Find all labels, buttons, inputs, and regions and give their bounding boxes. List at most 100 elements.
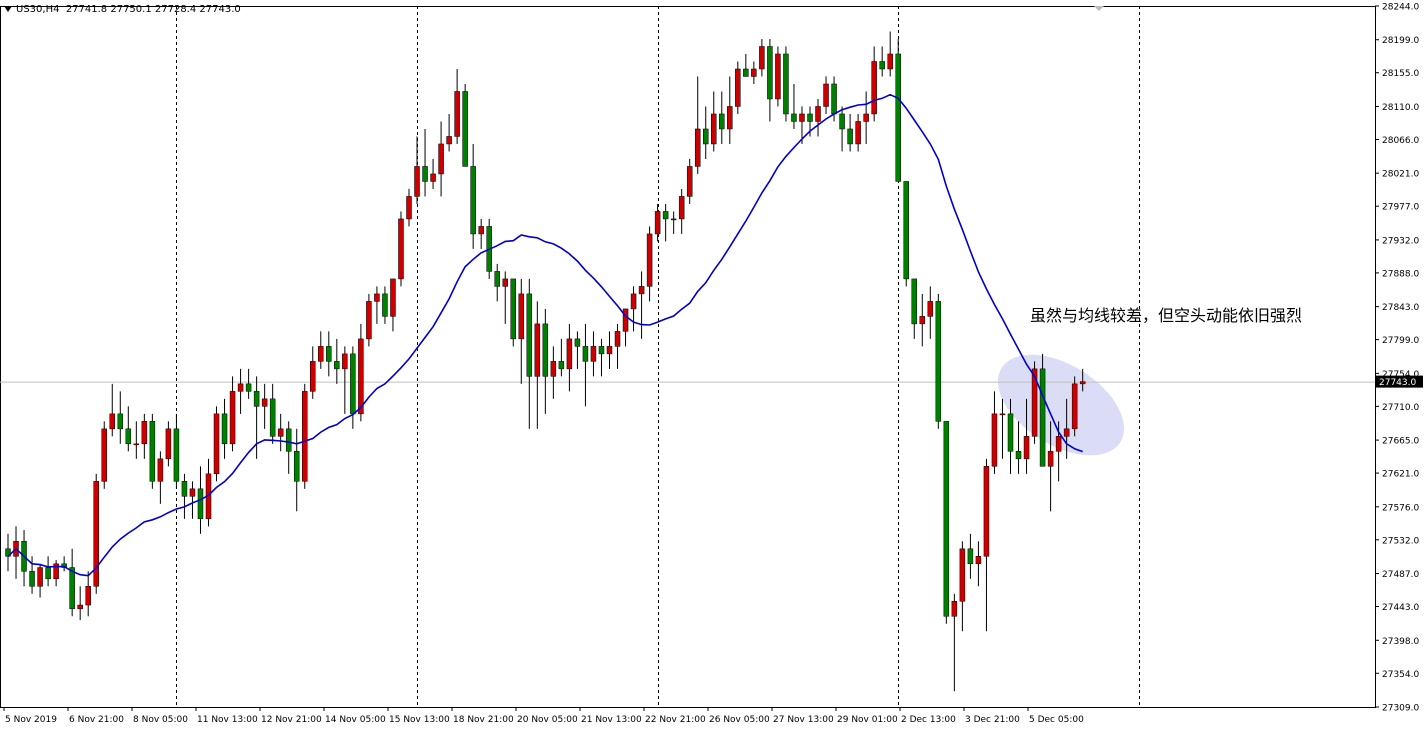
- candle-body: [919, 316, 926, 325]
- candle-body: [438, 143, 444, 175]
- candle-body: [967, 548, 974, 565]
- candle-body: [807, 113, 813, 122]
- candle-body: [855, 121, 861, 145]
- candle-body: [1039, 368, 1046, 467]
- candle-body: [406, 196, 412, 220]
- y-tick-label: 27443.0: [1382, 603, 1419, 613]
- highlight-ellipse: [997, 354, 1125, 456]
- candle-body: [975, 556, 982, 565]
- x-tick-label: 22 Nov 21:00: [645, 715, 706, 725]
- candle-body: [358, 338, 364, 415]
- y-tick-label: 27354.0: [1382, 670, 1419, 680]
- candle-body: [518, 293, 525, 340]
- candle-body: [1015, 451, 1022, 460]
- candle-body: [678, 196, 685, 220]
- y-tick-label: 27487.0: [1382, 570, 1419, 580]
- candle-body: [943, 421, 950, 617]
- candle-body: [871, 61, 877, 115]
- candle-body: [1071, 383, 1078, 430]
- candle-body: [29, 571, 35, 587]
- x-tick-label: 26 Nov 05:00: [709, 715, 770, 725]
- candle-body: [759, 46, 765, 70]
- candle-body: [478, 226, 484, 235]
- x-tick-label: 12 Nov 21:00: [261, 715, 322, 725]
- candle-body: [542, 323, 549, 377]
- candle-body: [686, 166, 693, 197]
- plot-frame: [0, 6, 1376, 708]
- candle-body: [694, 128, 701, 167]
- candle-body: [887, 53, 893, 70]
- chart: 28244.0 28199.0 28155.0 28110.0 28066.0 28021…: [0, 0, 1424, 732]
- y-tick-label: 27843.0: [1382, 303, 1419, 313]
- candle-body: [590, 346, 597, 362]
- shift-marker-icon: [1094, 6, 1104, 11]
- candle-body: [69, 567, 75, 610]
- x-tick-label: 29 Nov 01:00: [837, 715, 898, 725]
- candle-body: [237, 383, 244, 392]
- candle-body: [991, 413, 998, 467]
- candle-body: [422, 166, 428, 182]
- candle-body: [318, 346, 324, 362]
- candle-body: [654, 211, 661, 235]
- candle-body: [1079, 381, 1086, 385]
- candle-body: [574, 338, 581, 347]
- candle-body: [245, 383, 252, 392]
- candle-body: [831, 83, 837, 115]
- candle-body: [342, 353, 348, 370]
- y-tick-label: 27977.0: [1382, 203, 1419, 213]
- candle-body: [494, 271, 500, 287]
- candle-body: [911, 278, 918, 325]
- x-tick-label: 15 Nov 13:00: [389, 715, 450, 725]
- x-tick-label: 18 Nov 21:00: [453, 715, 514, 725]
- candle-body: [775, 53, 781, 100]
- candle-body: [927, 301, 934, 317]
- current-price-label: 27743.0: [1379, 378, 1416, 388]
- y-tick-label: 27532.0: [1382, 536, 1419, 546]
- candle-body: [462, 91, 468, 167]
- y-tick-label: 28066.0: [1382, 136, 1419, 146]
- candle-body: [983, 466, 990, 557]
- candle-body: [189, 488, 196, 497]
- candle-body: [839, 113, 845, 130]
- y-tick-label: 27576.0: [1382, 503, 1419, 513]
- candle-body: [229, 391, 236, 445]
- candle-body: [1063, 428, 1070, 437]
- candle-body: [550, 361, 557, 377]
- candle-body: [141, 421, 148, 445]
- x-tick-label: 5 Dec 05:00: [1029, 715, 1084, 725]
- y-tick-label: 28244.0: [1382, 3, 1419, 13]
- candle-body: [454, 91, 460, 137]
- candle-body: [1047, 451, 1054, 467]
- candle-body: [157, 458, 164, 482]
- y-tick-label: 27398.0: [1382, 637, 1419, 647]
- candle-body: [502, 278, 508, 287]
- candle-body: [847, 128, 853, 145]
- x-tick-label: 20 Nov 05:00: [517, 715, 578, 725]
- x-tick-label: 6 Nov 21:00: [69, 715, 124, 725]
- candle-body: [735, 68, 741, 107]
- candle-body: [526, 293, 533, 377]
- candle-body: [197, 488, 204, 520]
- candle-body: [614, 331, 621, 347]
- candle-body: [959, 548, 966, 602]
- candle-body: [630, 293, 637, 310]
- candle-body: [558, 361, 565, 370]
- candle-body: [638, 286, 645, 295]
- candle-body: [334, 361, 340, 370]
- candle-body: [662, 211, 669, 220]
- candle-body: [470, 166, 476, 235]
- chart-menu-icon[interactable]: [4, 6, 12, 12]
- y-tick-label: 28021.0: [1382, 170, 1419, 180]
- candle-body: [815, 106, 821, 122]
- candle-body: [743, 68, 749, 77]
- candle-body: [823, 83, 829, 107]
- chart-header: US30,H4 27741.8 27750.1 27728.4 27743.0: [4, 4, 241, 15]
- candle-body: [702, 128, 709, 145]
- candle-body: [935, 301, 942, 422]
- candle-body: [751, 68, 757, 77]
- candle-body: [566, 338, 573, 370]
- candle-body: [767, 46, 773, 100]
- candle-body: [446, 136, 452, 145]
- candle-body: [999, 413, 1006, 416]
- candle-body: [622, 308, 629, 332]
